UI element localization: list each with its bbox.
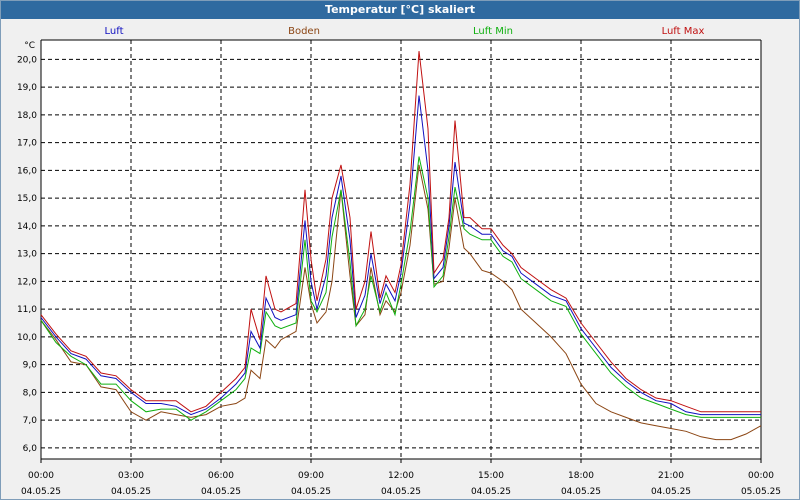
x-tick-date: 05.05.25 — [741, 487, 781, 497]
y-tick-label: 14,0 — [17, 222, 37, 232]
y-tick-label: 18,0 — [17, 111, 37, 121]
y-tick-label: 19,0 — [17, 83, 37, 93]
x-tick-date: 04.05.25 — [561, 487, 601, 497]
x-tick-date: 04.05.25 — [381, 487, 421, 497]
x-tick-time: 00:00 — [748, 471, 774, 481]
y-tick-label: 10,0 — [17, 333, 37, 343]
x-tick-date: 04.05.25 — [651, 487, 691, 497]
x-tick-time: 21:00 — [658, 471, 684, 481]
x-tick-date: 04.05.25 — [291, 487, 331, 497]
y-tick-label: 8,0 — [23, 388, 38, 398]
x-tick-time: 00:00 — [28, 471, 54, 481]
x-tick-time: 18:00 — [568, 471, 594, 481]
y-tick-label: 7,0 — [23, 416, 38, 426]
y-tick-label: 6,0 — [23, 444, 38, 454]
y-tick-label: 9,0 — [23, 361, 38, 371]
y-tick-label: 16,0 — [17, 166, 37, 176]
y-tick-label: 17,0 — [17, 139, 37, 149]
x-tick-time: 12:00 — [388, 471, 414, 481]
temperature-chart: 6,0 7,0 8,0 9,0 10,0 11,0 12,0 13,0 14,0 15,0 16,0… — [17, 39, 781, 497]
x-tick-time: 06:00 — [208, 471, 234, 481]
y-tick-label: 13,0 — [17, 250, 37, 260]
y-tick-label: 20,0 — [17, 55, 37, 65]
y-unit-label: °C — [24, 41, 35, 51]
x-tick-date: 04.05.25 — [471, 487, 511, 497]
y-tick-label: 15,0 — [17, 194, 37, 204]
x-tick-time: 09:00 — [298, 471, 324, 481]
x-tick-date: 04.05.25 — [201, 487, 241, 497]
y-tick-label: 11,0 — [17, 305, 37, 315]
chart-window: Temperatur [°C] skaliert Luft Boden Luft… — [0, 0, 800, 500]
x-tick-date: 04.05.25 — [111, 487, 151, 497]
x-tick-time: 03:00 — [118, 471, 144, 481]
y-tick-label: 12,0 — [17, 277, 37, 287]
x-tick-date: 04.05.25 — [21, 487, 61, 497]
x-tick-time: 15:00 — [478, 471, 504, 481]
